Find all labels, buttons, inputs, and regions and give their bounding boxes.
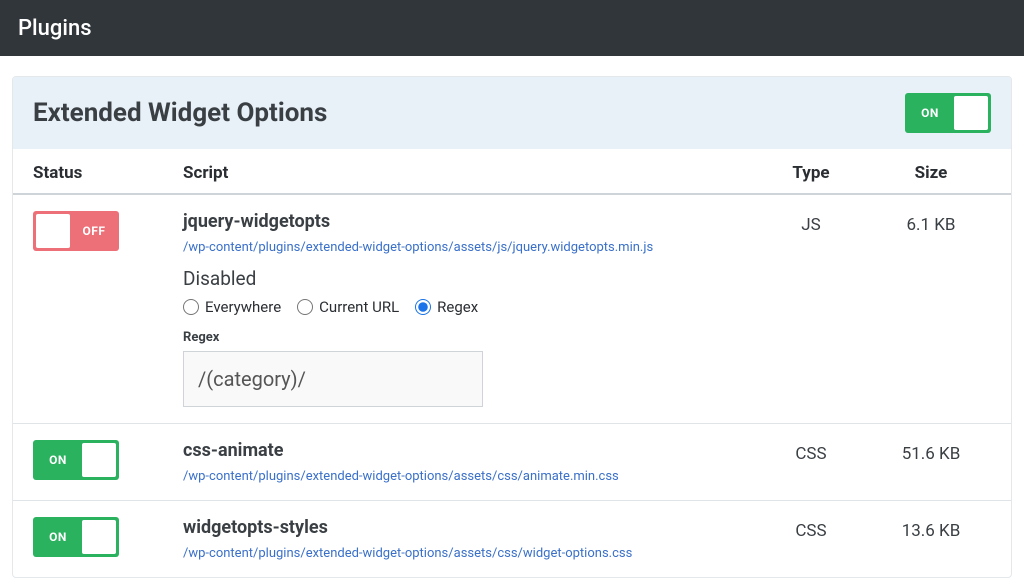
col-type: CSS [751,440,871,464]
toggle-label: ON [33,530,79,544]
panel-header: Extended Widget Options ON [13,77,1011,149]
radio-input[interactable] [297,299,313,315]
regex-input[interactable] [183,351,483,407]
plugin-panel: Extended Widget Options ON Status Script… [12,76,1012,578]
toggle-label: ON [33,453,79,467]
panel-master-toggle[interactable]: ON [905,93,991,133]
col-size: 13.6 KB [871,517,991,541]
toggle-label: ON [905,106,951,120]
radio-option-regex[interactable]: Regex [415,298,478,316]
script-row: OFF jquery-widgetopts /wp-content/plugin… [13,195,1011,424]
col-status: ON [33,517,183,557]
col-status: OFF [33,211,183,251]
col-header-status: Status [33,163,183,183]
col-header-type: Type [751,163,871,183]
script-toggle[interactable]: ON [33,440,119,480]
radio-input[interactable] [183,299,199,315]
col-script: css-animate /wp-content/plugins/extended… [183,440,751,484]
top-bar: Plugins [0,0,1024,56]
col-type: JS [751,211,871,235]
col-script: jquery-widgetopts /wp-content/plugins/ex… [183,211,751,407]
script-name: jquery-widgetopts [183,211,751,232]
toggle-knob [954,96,988,130]
col-header-script: Script [183,163,751,183]
script-row: ON widgetopts-styles /wp-content/plugins… [13,501,1011,577]
script-name: css-animate [183,440,751,461]
toggle-knob [82,443,116,477]
col-header-size: Size [871,163,991,183]
col-type: CSS [751,517,871,541]
script-row: ON css-animate /wp-content/plugins/exten… [13,424,1011,501]
col-status: ON [33,440,183,480]
script-name: widgetopts-styles [183,517,751,538]
page-title: Plugins [18,16,92,41]
panel-title: Extended Widget Options [33,98,327,128]
script-path-link[interactable]: /wp-content/plugins/extended-widget-opti… [183,546,632,561]
radio-label: Everywhere [205,298,281,316]
toggle-label: OFF [73,224,119,238]
radio-option-current-url[interactable]: Current URL [297,298,399,316]
disabled-section: Disabled Everywhere Current URL Regex [183,267,751,407]
radio-input[interactable] [415,299,431,315]
col-size: 6.1 KB [871,211,991,235]
radio-option-everywhere[interactable]: Everywhere [183,298,281,316]
radio-label: Current URL [319,298,399,316]
col-size: 51.6 KB [871,440,991,464]
script-path-link[interactable]: /wp-content/plugins/extended-widget-opti… [183,240,653,255]
disabled-title: Disabled [183,267,751,290]
script-toggle[interactable]: OFF [33,211,119,251]
script-path-link[interactable]: /wp-content/plugins/extended-widget-opti… [183,469,619,484]
main-container: Extended Widget Options ON Status Script… [0,56,1024,588]
toggle-knob [36,214,70,248]
regex-field-label: Regex [183,330,751,345]
radio-label: Regex [437,298,478,316]
script-toggle[interactable]: ON [33,517,119,557]
disabled-radio-group: Everywhere Current URL Regex [183,298,751,316]
col-script: widgetopts-styles /wp-content/plugins/ex… [183,517,751,561]
table-header-row: Status Script Type Size [13,149,1011,195]
toggle-knob [82,520,116,554]
